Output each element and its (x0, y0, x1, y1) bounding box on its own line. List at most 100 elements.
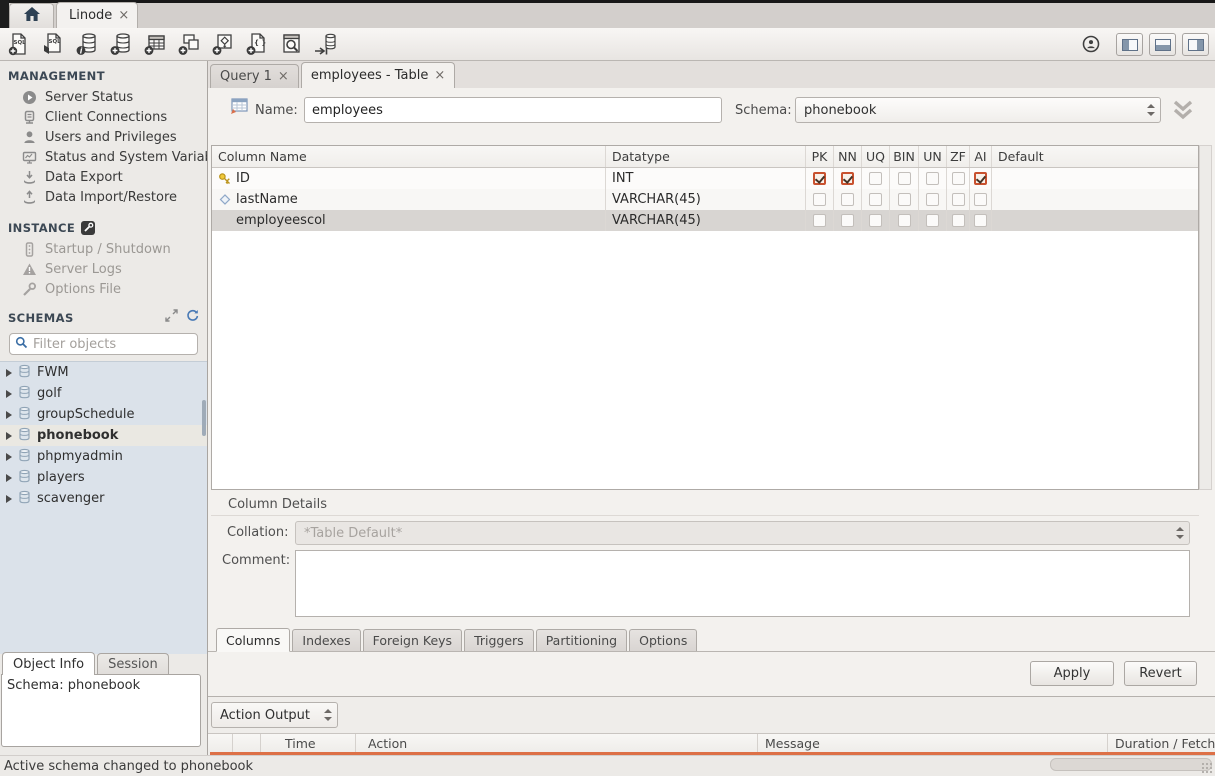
output-header-time[interactable]: Time (261, 734, 356, 752)
table-name-input[interactable] (304, 97, 722, 123)
horizontal-scrollbar-thumb[interactable] (1050, 758, 1212, 771)
expand-panel-icon[interactable] (165, 309, 178, 326)
expander-icon[interactable] (6, 453, 12, 461)
expander-icon[interactable] (6, 474, 12, 482)
open-sql-script-icon[interactable]: SQL (40, 31, 66, 57)
checkbox-zf[interactable] (952, 193, 965, 206)
checkbox-un[interactable] (926, 214, 939, 227)
checkbox-ai[interactable] (974, 172, 987, 185)
checkbox-un[interactable] (926, 172, 939, 185)
column-row-lastname[interactable]: lastName VARCHAR(45) (212, 189, 1198, 210)
apply-button[interactable]: Apply (1030, 661, 1114, 686)
subtab-indexes[interactable]: Indexes (292, 629, 360, 651)
checkbox-ai[interactable] (974, 214, 987, 227)
expand-header-icon[interactable] (1171, 99, 1195, 121)
tab-object-info[interactable]: Object Info (2, 652, 95, 675)
checkbox-pk[interactable] (813, 172, 826, 185)
expander-icon[interactable] (6, 390, 12, 398)
expander-icon[interactable] (6, 432, 12, 440)
table-editor: Name: Schema: phonebook Column Name Data… (208, 88, 1215, 697)
create-table-icon[interactable] (142, 31, 168, 57)
tab-employees-table[interactable]: employees - Table × (301, 62, 455, 88)
comment-textarea[interactable] (295, 550, 1190, 617)
sidebar-item-server-status[interactable]: Server Status (0, 87, 207, 107)
schema-item[interactable]: FWM (0, 362, 207, 383)
create-schema-icon[interactable] (108, 31, 134, 57)
filter-objects-input[interactable] (33, 337, 183, 352)
expander-icon[interactable] (6, 369, 12, 377)
resize-grip-icon[interactable] (1201, 762, 1213, 774)
sidebar-item-status-variables[interactable]: Status and System Variables (0, 147, 207, 167)
schema-item[interactable]: phpmyadmin (0, 446, 207, 467)
subtab-columns[interactable]: Columns (216, 628, 290, 652)
checkbox-un[interactable] (926, 193, 939, 206)
tab-query-1[interactable]: Query 1 × (210, 64, 299, 88)
alarm-icon[interactable] (1080, 33, 1102, 55)
columns-grid: Column Name Datatype PK NN UQ BIN UN ZF … (211, 145, 1199, 490)
checkbox-bin[interactable] (898, 172, 911, 185)
checkbox-nn[interactable] (841, 172, 854, 185)
checkbox-bin[interactable] (898, 214, 911, 227)
checkbox-pk[interactable] (813, 193, 826, 206)
sidebar-item-startup-shutdown[interactable]: Startup / Shutdown (0, 239, 207, 259)
close-icon[interactable]: × (434, 69, 445, 82)
subtab-options[interactable]: Options (629, 629, 697, 651)
expander-icon[interactable] (6, 495, 12, 503)
output-header-duration[interactable]: Duration / Fetch (1108, 734, 1215, 752)
sidebar-item-server-logs[interactable]: Server Logs (0, 259, 207, 279)
primary-key-icon (218, 172, 232, 185)
toggle-left-panel-button[interactable] (1116, 33, 1143, 56)
search-table-data-icon[interactable] (278, 31, 304, 57)
collation-select[interactable]: *Table Default* (295, 521, 1190, 545)
close-icon[interactable]: × (278, 70, 289, 83)
action-output-select[interactable]: Action Output (211, 702, 338, 728)
checkbox-ai[interactable] (974, 193, 987, 206)
sidebar-item-users-privileges[interactable]: Users and Privileges (0, 127, 207, 147)
checkbox-zf[interactable] (952, 214, 965, 227)
create-view-icon[interactable] (176, 31, 202, 57)
create-function-icon[interactable]: { } (244, 31, 270, 57)
subtab-foreign-keys[interactable]: Foreign Keys (363, 629, 462, 651)
checkbox-uq[interactable] (869, 193, 882, 206)
subtab-partitioning[interactable]: Partitioning (536, 629, 627, 651)
expander-icon[interactable] (6, 411, 12, 419)
close-icon[interactable]: × (118, 9, 129, 22)
sidebar-item-data-import[interactable]: Data Import/Restore (0, 187, 207, 207)
checkbox-pk[interactable] (813, 214, 826, 227)
schema-select[interactable]: phonebook (795, 97, 1161, 123)
column-row-employeescol[interactable]: employeescol VARCHAR(45) (212, 210, 1198, 231)
toggle-right-panel-button[interactable] (1182, 33, 1209, 56)
new-sql-tab-icon[interactable]: SQL (6, 31, 32, 57)
sidebar-scrollbar-thumb[interactable] (202, 400, 206, 436)
grid-scrollbar[interactable] (1199, 145, 1212, 490)
checkbox-zf[interactable] (952, 172, 965, 185)
home-tab[interactable] (9, 3, 54, 28)
output-header-message[interactable]: Message (758, 734, 1108, 752)
schema-filter (9, 333, 198, 355)
sidebar-item-client-connections[interactable]: Client Connections (0, 107, 207, 127)
connection-tab[interactable]: Linode × (56, 2, 138, 28)
sidebar-item-options-file[interactable]: Options File (0, 279, 207, 299)
schema-item[interactable]: golf (0, 383, 207, 404)
sidebar-item-data-export[interactable]: Data Export (0, 167, 207, 187)
checkbox-nn[interactable] (841, 214, 854, 227)
grid-header-row: Column Name Datatype PK NN UQ BIN UN ZF … (212, 146, 1198, 168)
checkbox-bin[interactable] (898, 193, 911, 206)
schema-item[interactable]: groupSchedule (0, 404, 207, 425)
schema-item[interactable]: scavenger (0, 488, 207, 509)
refresh-icon[interactable] (186, 309, 199, 326)
revert-button[interactable]: Revert (1124, 661, 1197, 686)
reconnect-dbms-icon[interactable] (312, 31, 338, 57)
toggle-bottom-panel-button[interactable] (1149, 33, 1176, 56)
column-row-id[interactable]: ID INT (212, 168, 1198, 189)
output-header-action[interactable]: Action (356, 734, 758, 752)
checkbox-nn[interactable] (841, 193, 854, 206)
tab-session[interactable]: Session (97, 653, 169, 675)
subtab-triggers[interactable]: Triggers (464, 629, 534, 651)
inspect-database-icon[interactable]: i (74, 31, 100, 57)
schema-item[interactable]: players (0, 467, 207, 488)
checkbox-uq[interactable] (869, 172, 882, 185)
create-procedure-icon[interactable] (210, 31, 236, 57)
checkbox-uq[interactable] (869, 214, 882, 227)
schema-item-phonebook[interactable]: phonebook (0, 425, 207, 446)
